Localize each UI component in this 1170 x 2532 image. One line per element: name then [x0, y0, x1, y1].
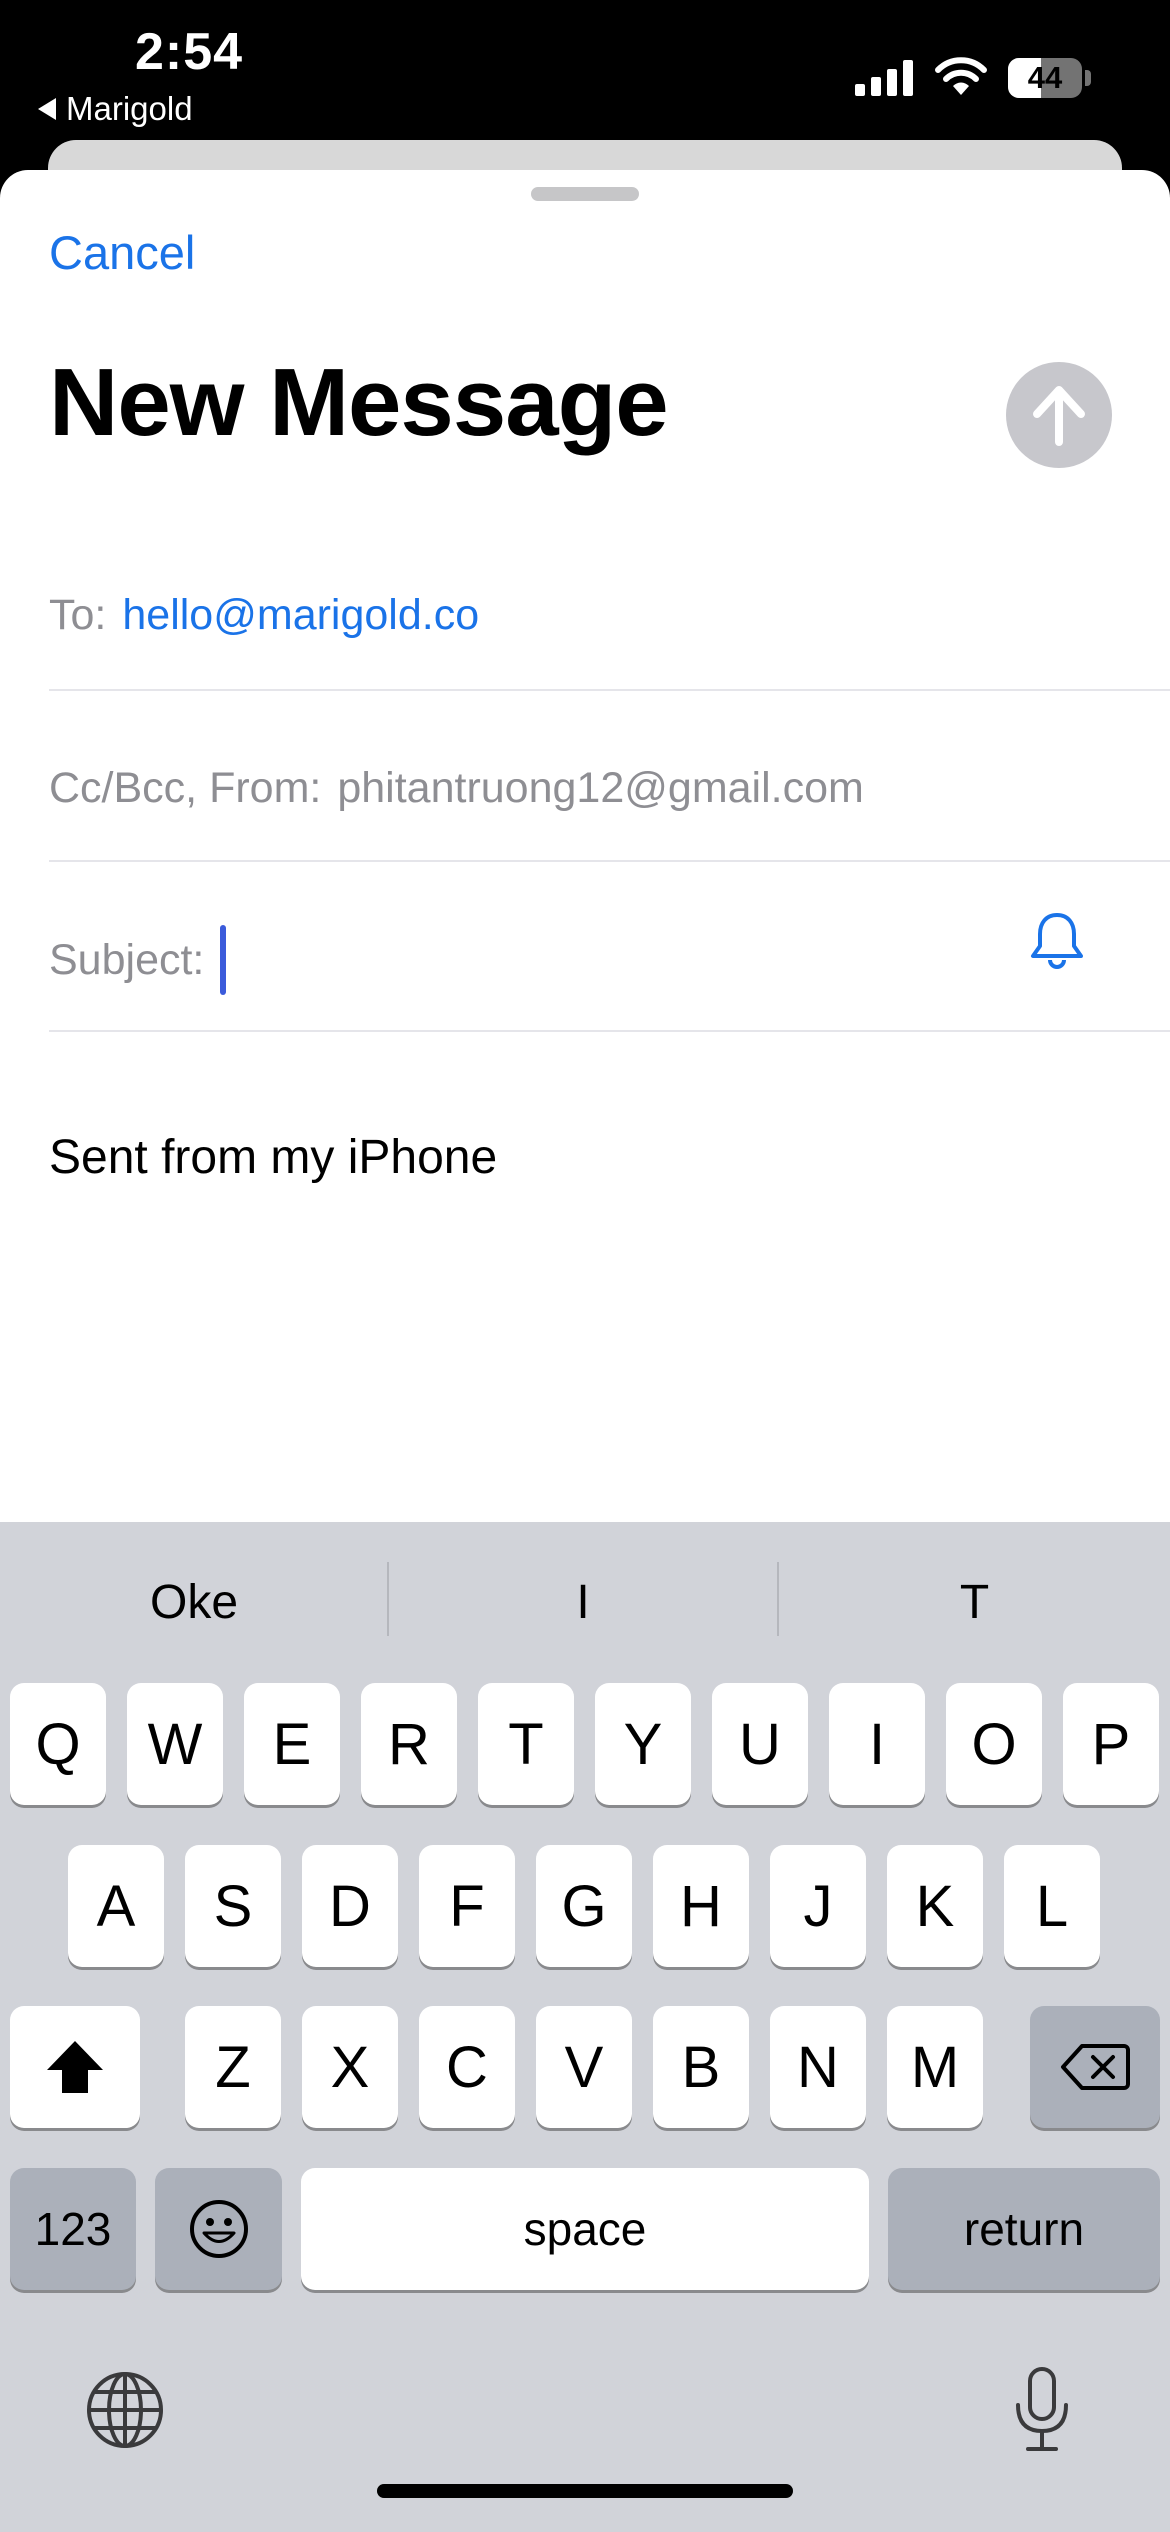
key-s[interactable]: S — [185, 1845, 281, 1967]
text-cursor — [220, 925, 227, 995]
key-v[interactable]: V — [536, 2006, 632, 2128]
to-label: To: — [49, 590, 107, 639]
key-o[interactable]: O — [946, 1683, 1042, 1805]
home-indicator[interactable] — [377, 2484, 793, 2498]
status-time: 2:54 — [135, 23, 244, 81]
key-y[interactable]: Y — [595, 1683, 691, 1805]
back-to-app-button[interactable]: Marigold — [38, 90, 193, 128]
key-c[interactable]: C — [419, 2006, 515, 2128]
key-u[interactable]: U — [712, 1683, 808, 1805]
cellular-signal-icon — [855, 60, 913, 96]
keyboard: Oke I T Q W E R T Y U I O P A S D F G H … — [0, 1522, 1170, 2532]
page-title: New Message — [49, 349, 669, 456]
status-bar: 2:54 Marigold 44 — [0, 0, 1170, 150]
key-a[interactable]: A — [68, 1845, 164, 1967]
back-arrow-icon — [38, 98, 56, 120]
back-app-label: Marigold — [66, 90, 193, 127]
suggestion-2[interactable]: I — [389, 1522, 777, 1682]
sheet-grabber[interactable] — [531, 187, 639, 201]
subject-label: Subject: — [49, 935, 205, 984]
key-q[interactable]: Q — [10, 1683, 106, 1805]
battery-icon: 44 — [1008, 58, 1082, 98]
battery-percent: 44 — [1027, 60, 1063, 95]
divider — [49, 1030, 1170, 1032]
shift-key[interactable] — [10, 2006, 140, 2128]
send-button[interactable] — [1006, 362, 1112, 468]
return-key[interactable]: return — [888, 2168, 1160, 2290]
emoji-icon — [189, 2200, 248, 2258]
microphone-icon[interactable] — [1010, 2365, 1074, 2453]
ccbcc-label: Cc/Bcc, From: — [49, 763, 322, 812]
key-x[interactable]: X — [302, 2006, 398, 2128]
key-b[interactable]: B — [653, 2006, 749, 2128]
key-k[interactable]: K — [887, 1845, 983, 1967]
ccbcc-from-field[interactable]: Cc/Bcc, From: phitantruong12@gmail.com — [49, 738, 1170, 838]
globe-icon[interactable] — [85, 2370, 165, 2450]
key-h[interactable]: H — [653, 1845, 749, 1967]
key-i[interactable]: I — [829, 1683, 925, 1805]
key-e[interactable]: E — [244, 1683, 340, 1805]
key-d[interactable]: D — [302, 1845, 398, 1967]
from-value[interactable]: phitantruong12@gmail.com — [337, 764, 864, 813]
divider — [49, 860, 1170, 862]
space-key[interactable]: space — [301, 2168, 869, 2290]
key-z[interactable]: Z — [185, 2006, 281, 2128]
key-l[interactable]: L — [1004, 1845, 1100, 1967]
key-m[interactable]: M — [887, 2006, 983, 2128]
key-n[interactable]: N — [770, 2006, 866, 2128]
key-g[interactable]: G — [536, 1845, 632, 1967]
cancel-button[interactable]: Cancel — [49, 225, 195, 280]
divider — [49, 689, 1170, 691]
key-w[interactable]: W — [127, 1683, 223, 1805]
key-t[interactable]: T — [478, 1683, 574, 1805]
to-recipient[interactable]: hello@marigold.co — [122, 591, 479, 640]
key-j[interactable]: J — [770, 1845, 866, 1967]
wifi-icon — [935, 57, 987, 95]
notify-bell-icon[interactable] — [1028, 910, 1086, 970]
suggestion-1[interactable]: Oke — [0, 1522, 388, 1682]
numbers-key[interactable]: 123 — [10, 2168, 136, 2290]
key-f[interactable]: F — [419, 1845, 515, 1967]
battery-cap — [1085, 70, 1091, 86]
arrow-up-icon — [1033, 386, 1085, 446]
message-body[interactable]: Sent from my iPhone — [49, 1130, 497, 1185]
key-r[interactable]: R — [361, 1683, 457, 1805]
suggestion-3[interactable]: T — [779, 1522, 1170, 1682]
shift-icon — [47, 2041, 103, 2093]
subject-field[interactable]: Subject: — [49, 905, 1170, 1015]
delete-icon — [1061, 2044, 1130, 2090]
delete-key[interactable] — [1030, 2006, 1160, 2128]
to-field[interactable]: To: hello@marigold.co — [49, 565, 1170, 665]
emoji-key[interactable] — [155, 2168, 282, 2290]
key-p[interactable]: P — [1063, 1683, 1159, 1805]
